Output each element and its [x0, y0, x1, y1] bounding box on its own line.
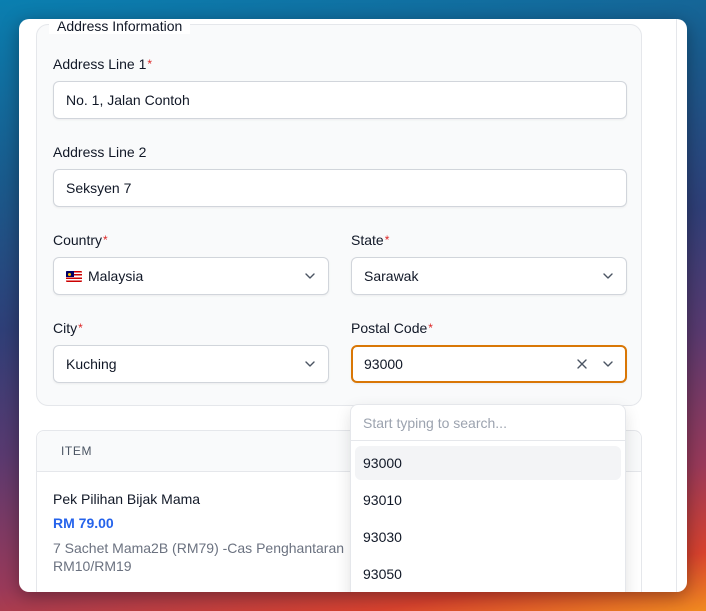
- postal-code-label-text: Postal Code: [351, 320, 428, 336]
- address-line2-input[interactable]: Seksyen 7: [53, 169, 627, 207]
- dropdown-option[interactable]: 93010: [355, 483, 621, 517]
- chevron-down-icon: [305, 361, 315, 367]
- item-price: RM 79.00: [53, 515, 114, 531]
- dropdown-option[interactable]: 93030: [355, 520, 621, 554]
- address-line1-value: No. 1, Jalan Contoh: [66, 92, 190, 108]
- country-label: Country*: [53, 231, 108, 249]
- country-select[interactable]: Malaysia: [53, 257, 329, 295]
- chevron-down-icon[interactable]: [602, 358, 614, 370]
- malaysia-flag-icon: [66, 271, 82, 282]
- scrollbar-track[interactable]: [676, 19, 677, 592]
- required-marker: *: [103, 233, 108, 247]
- city-select[interactable]: Kuching: [53, 345, 329, 383]
- dropdown-option[interactable]: 93050: [355, 557, 621, 591]
- required-marker: *: [147, 57, 153, 71]
- postal-code-select[interactable]: 93000: [351, 345, 627, 383]
- clear-icon[interactable]: [576, 358, 588, 370]
- state-label-text: State: [351, 232, 384, 248]
- address-line1-label-text: Address Line 1: [53, 56, 147, 72]
- address-line2-label-text: Address Line 2: [53, 144, 147, 160]
- country-label-text: Country: [53, 232, 103, 248]
- address-line2-label: Address Line 2: [53, 143, 146, 161]
- city-value: Kuching: [66, 356, 117, 372]
- chevron-down-icon: [603, 273, 613, 279]
- address-information-section: Address Information Address Line 1* No. …: [36, 19, 642, 406]
- postal-code-dropdown: Start typing to search... 93000 93010 93…: [350, 404, 626, 592]
- city-label: City*: [53, 319, 83, 337]
- checkout-form-card: Address Information Address Line 1* No. …: [19, 19, 687, 592]
- required-marker: *: [428, 321, 433, 335]
- required-marker: *: [78, 321, 83, 335]
- state-value: Sarawak: [364, 268, 419, 284]
- item-name: Pek Pilihan Bijak Mama: [53, 491, 201, 507]
- address-line1-label: Address Line 1*: [53, 55, 152, 73]
- dropdown-option[interactable]: 93000: [355, 446, 621, 480]
- address-line2-value: Seksyen 7: [66, 180, 132, 196]
- city-label-text: City: [53, 320, 78, 336]
- address-line1-input[interactable]: No. 1, Jalan Contoh: [53, 81, 627, 119]
- state-label: State*: [351, 231, 389, 249]
- item-description: 7 Sachet Mama2B (RM79) -Cas Penghantaran…: [53, 540, 345, 574]
- chevron-down-icon: [305, 273, 315, 279]
- country-value: Malaysia: [88, 268, 144, 284]
- dropdown-search-input[interactable]: Start typing to search...: [351, 405, 625, 441]
- required-marker: *: [384, 233, 390, 247]
- postal-code-value: 93000: [364, 356, 403, 372]
- postal-code-label: Postal Code*: [351, 319, 433, 337]
- section-legend: Address Information: [49, 19, 191, 34]
- state-select[interactable]: Sarawak: [351, 257, 627, 295]
